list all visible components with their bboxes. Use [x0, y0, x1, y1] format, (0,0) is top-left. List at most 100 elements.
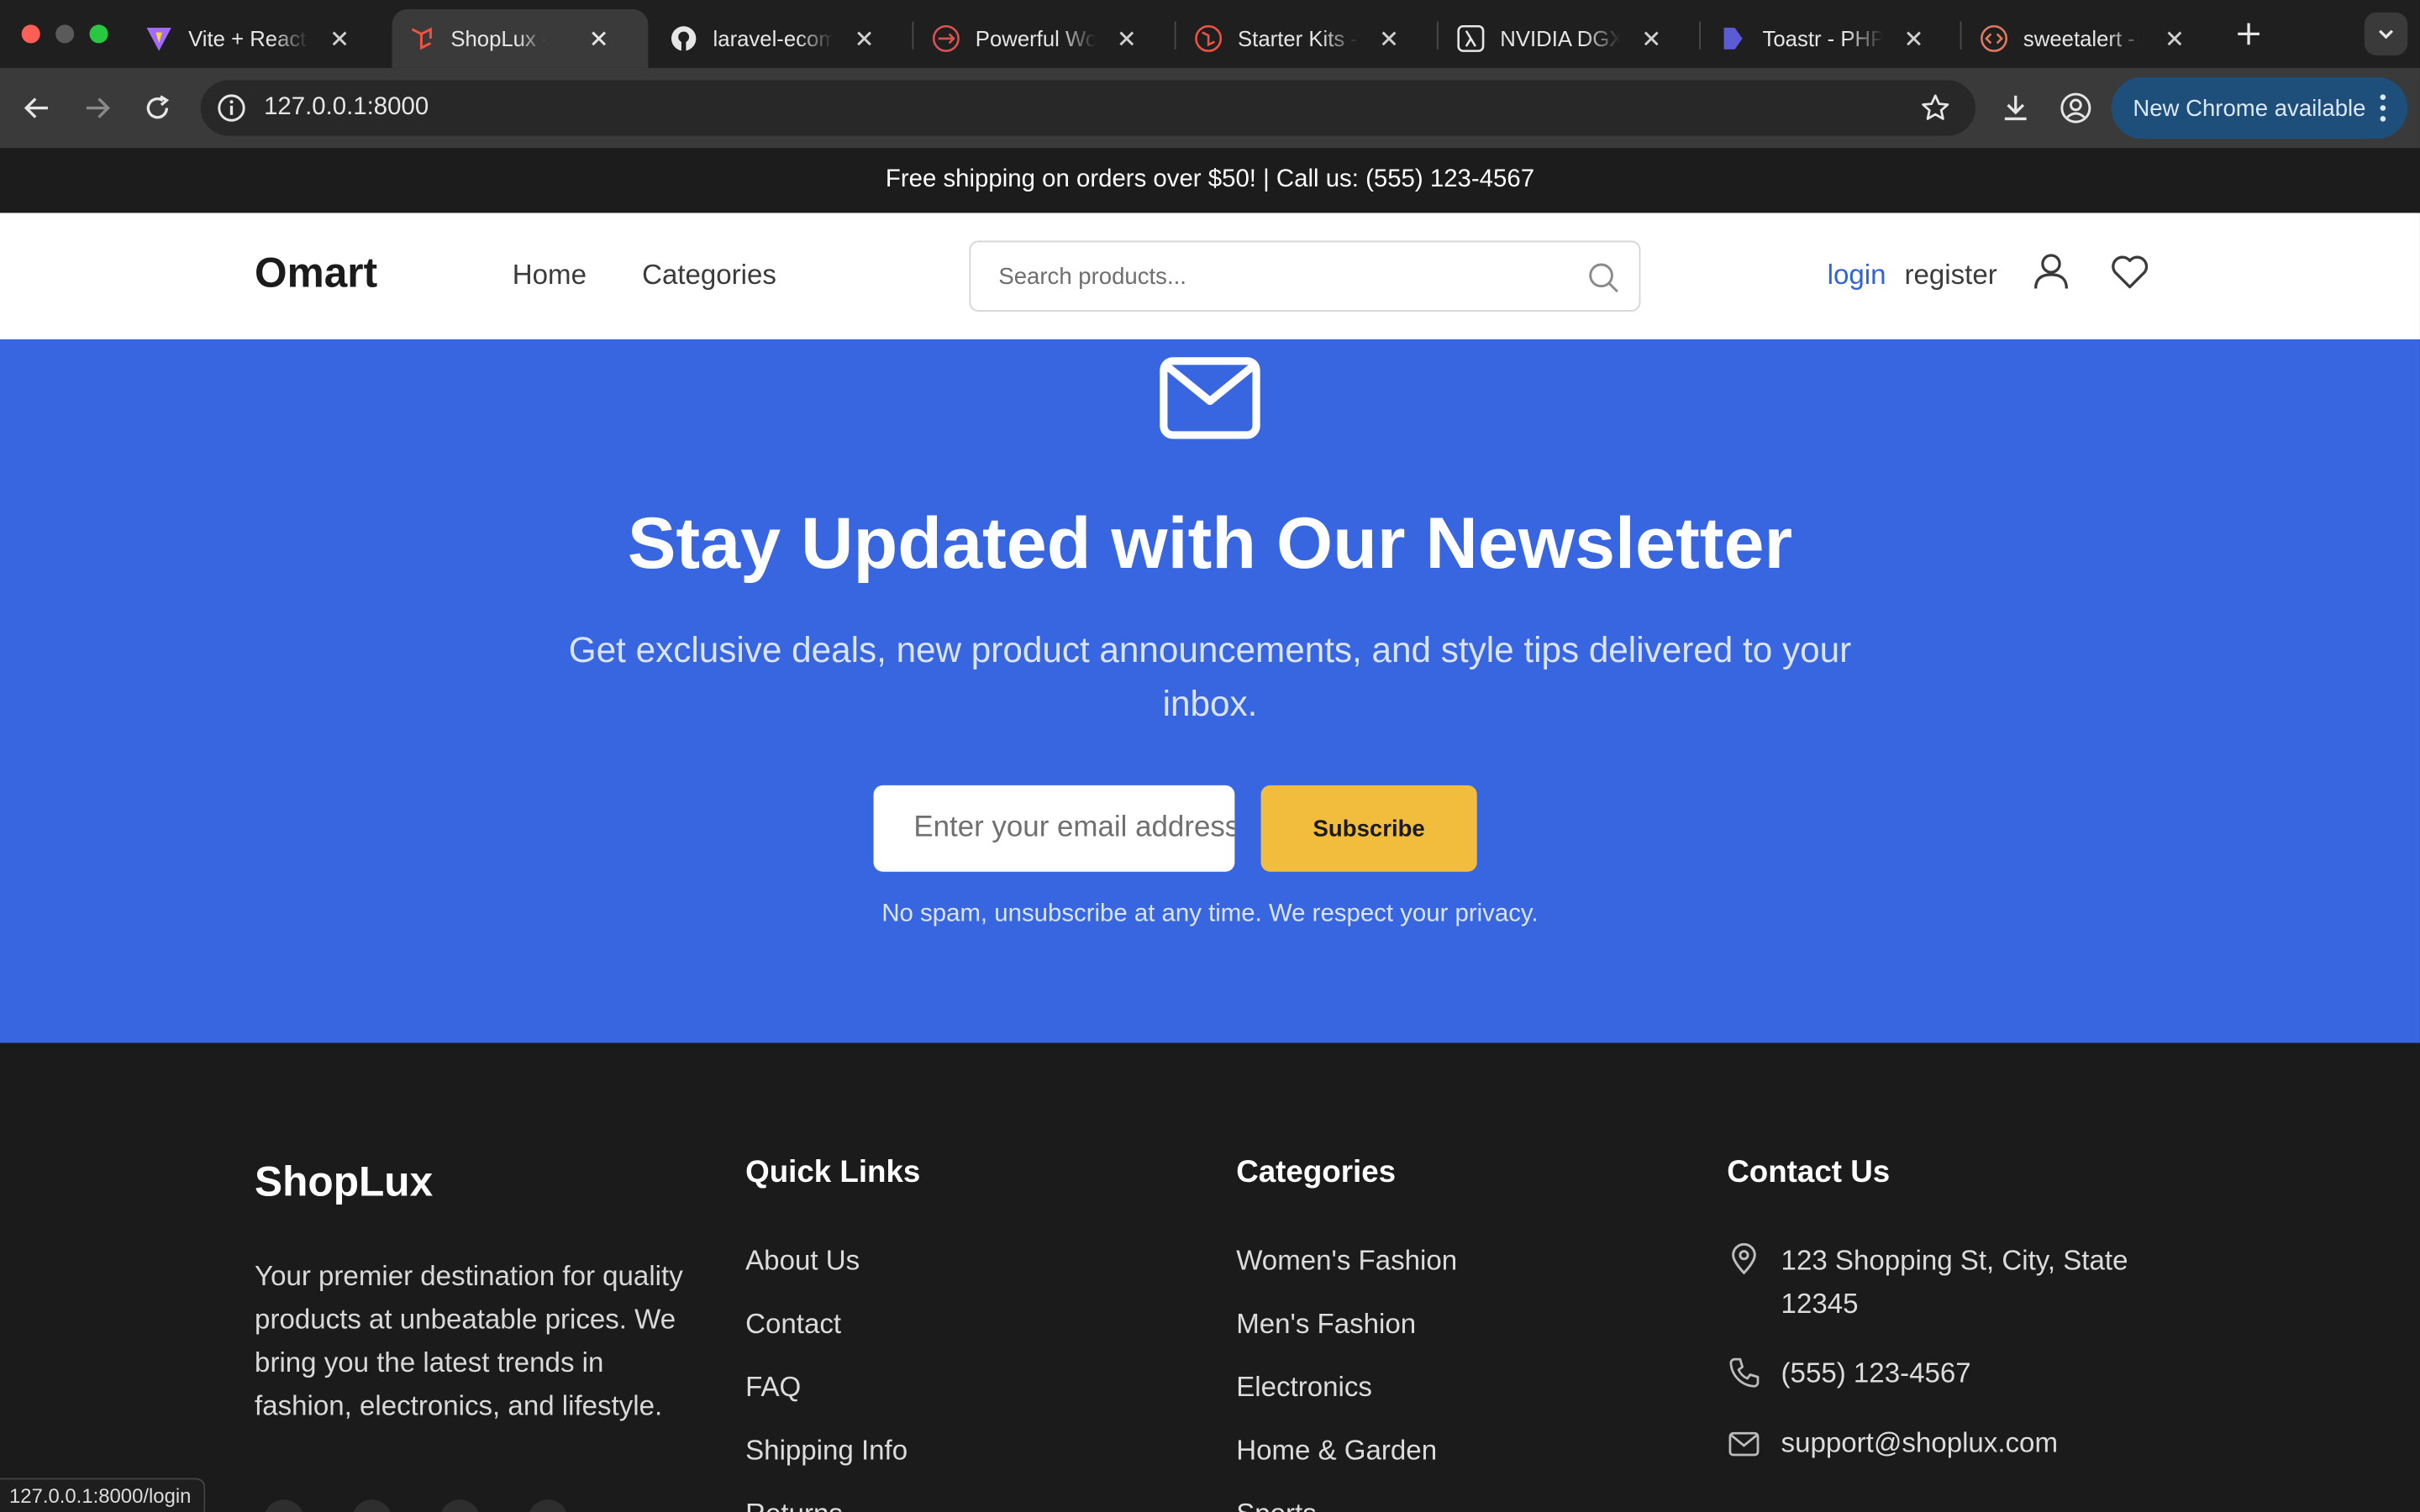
chrome-update-button[interactable]: New Chrome available — [2111, 76, 2408, 139]
zoom-window-button[interactable] — [89, 24, 108, 44]
site-header: Omart Home Categories login register — [0, 213, 2420, 340]
tab-label: Powerful Workflow — [975, 26, 1097, 51]
footer-category-men[interactable]: Men's Fashion — [1236, 1309, 1416, 1341]
search-box — [969, 240, 1641, 312]
tab-separator — [912, 21, 914, 50]
profile-icon[interactable] — [2057, 90, 2094, 127]
tab-separator — [1960, 21, 1962, 50]
privacy-note: No spam, unsubscribe at any time. We res… — [881, 900, 1539, 927]
phone-icon — [1727, 1356, 1760, 1389]
footer-link-shipping[interactable]: Shipping Info — [745, 1435, 908, 1467]
browser-tab[interactable]: sweetalert - Library — [1965, 9, 2202, 68]
laravel-icon — [1195, 24, 1223, 52]
new-tab-icon[interactable] — [2230, 15, 2267, 52]
tab-search-chevron-icon[interactable] — [2364, 12, 2408, 56]
browser-tab[interactable]: Starter Kits - Laravel — [1179, 9, 1417, 68]
footer-category-home-garden[interactable]: Home & Garden — [1236, 1435, 1437, 1467]
browser-tab[interactable]: Vite + React + TS — [129, 9, 367, 68]
close-tab-icon[interactable] — [1902, 26, 1926, 50]
social-icon[interactable] — [351, 1499, 392, 1512]
site-logo[interactable]: Omart — [255, 250, 377, 298]
register-link[interactable]: register — [1904, 260, 1996, 292]
search-input[interactable] — [972, 244, 1560, 309]
flasher-icon — [1719, 24, 1747, 52]
update-label: New Chrome available — [2133, 94, 2366, 122]
browser-tab[interactable]: laravel-ecommerce — [655, 9, 892, 68]
tab-separator — [1174, 21, 1176, 50]
nav-home-link[interactable]: Home — [513, 260, 587, 292]
newsletter-title: Stay Updated with Our Newsletter — [627, 501, 1793, 584]
tab-label: Starter Kits - Laravel — [1238, 26, 1358, 51]
browser-status-url: 127.0.0.1:8000/login — [0, 1478, 205, 1512]
contact-heading: Contact Us — [1727, 1155, 1891, 1190]
bookmark-star-icon[interactable] — [1920, 92, 1951, 123]
quick-links-heading: Quick Links — [745, 1155, 921, 1190]
mail-envelope-icon — [1159, 354, 1260, 441]
address-url[interactable]: 127.0.0.1:8000 — [264, 94, 429, 122]
browser-tab[interactable]: Powerful Workflow — [917, 9, 1155, 68]
footer-link-returns[interactable]: Returns — [745, 1498, 843, 1512]
search-icon[interactable] — [1586, 260, 1620, 294]
code-icon — [1980, 24, 2007, 52]
nav-categories-link[interactable]: Categories — [642, 260, 776, 292]
user-account-icon[interactable] — [2029, 250, 2072, 293]
lambda-icon — [1457, 24, 1485, 52]
browser-toolbar: 127.0.0.1:8000 New Chrome available — [0, 67, 2420, 149]
close-tab-icon[interactable] — [587, 26, 611, 50]
email-icon — [1727, 1427, 1760, 1461]
newsletter-section: Stay Updated with Our Newsletter Get exc… — [0, 339, 2420, 1043]
address-bar[interactable]: 127.0.0.1:8000 — [200, 80, 1975, 136]
contact-email[interactable]: support@shoplux.com — [1781, 1421, 2058, 1464]
subscribe-button[interactable]: Subscribe — [1260, 785, 1477, 872]
close-tab-icon[interactable] — [1639, 26, 1664, 50]
close-tab-icon[interactable] — [327, 26, 351, 50]
social-icon[interactable] — [528, 1499, 568, 1512]
browser-tab-active[interactable]: ShopLux - Premium — [392, 9, 649, 68]
reload-icon[interactable] — [139, 90, 176, 127]
contact-phone[interactable]: (555) 123-4567 — [1781, 1352, 1971, 1394]
close-tab-icon[interactable] — [1376, 26, 1401, 50]
close-tab-icon[interactable] — [852, 26, 876, 50]
laravel-icon — [408, 24, 435, 52]
footer-description: Your premier destination for quality pro… — [255, 1260, 683, 1421]
close-tab-icon[interactable] — [1114, 26, 1139, 50]
footer-category-sports[interactable]: Sports — [1236, 1498, 1317, 1512]
back-arrow-icon[interactable] — [18, 90, 55, 127]
minimize-window-button[interactable] — [55, 24, 75, 44]
vite-icon — [145, 24, 173, 52]
more-menu-icon[interactable] — [2380, 94, 2386, 128]
download-icon[interactable] — [1997, 90, 2034, 127]
browser-tab[interactable]: NVIDIA DGX Systems — [1441, 9, 1679, 68]
browser-tab[interactable]: Toastr - PHPFlasher — [1704, 9, 1942, 68]
categories-heading: Categories — [1236, 1155, 1397, 1190]
footer-category-women[interactable]: Women's Fashion — [1236, 1245, 1457, 1278]
site-info-icon[interactable] — [216, 92, 247, 123]
tab-label: Vite + React + TS — [188, 26, 308, 51]
contact-address: 123 Shopping St, City, State 12345 — [1781, 1245, 2128, 1320]
workflow-icon — [932, 24, 960, 52]
newsletter-subtitle: Get exclusive deals, new product announc… — [568, 629, 1852, 724]
footer-brand: ShopLux — [255, 1158, 434, 1205]
announcement-bar: Free shipping on orders over $50! | Call… — [0, 148, 2420, 213]
github-icon — [670, 24, 697, 52]
browser-tab-strip: Vite + React + TS ShopLux - Premium lara… — [0, 0, 2420, 68]
tab-separator — [1436, 21, 1439, 50]
location-pin-icon — [1727, 1242, 1760, 1276]
newsletter-email-input[interactable] — [873, 785, 1235, 872]
tab-label: laravel-ecommerce — [713, 26, 834, 51]
footer-link-about[interactable]: About Us — [745, 1245, 860, 1278]
footer-link-faq[interactable]: FAQ — [745, 1372, 801, 1404]
social-icon[interactable] — [439, 1499, 481, 1512]
close-window-button[interactable] — [21, 24, 40, 44]
tab-label: sweetalert - Library — [2023, 26, 2144, 51]
close-tab-icon[interactable] — [2162, 26, 2186, 50]
footer-category-electronics[interactable]: Electronics — [1236, 1372, 1372, 1404]
forward-arrow-icon[interactable] — [79, 90, 116, 127]
social-icon[interactable] — [264, 1499, 304, 1512]
login-link[interactable]: login — [1828, 260, 1886, 292]
footer-link-contact[interactable]: Contact — [745, 1309, 841, 1341]
wishlist-heart-icon[interactable] — [2108, 250, 2151, 293]
tab-label: NVIDIA DGX Systems — [1500, 26, 1621, 51]
announcement-text: Free shipping on orders over $50! | Call… — [885, 166, 1535, 193]
tab-label: ShopLux - Premium — [450, 26, 546, 51]
